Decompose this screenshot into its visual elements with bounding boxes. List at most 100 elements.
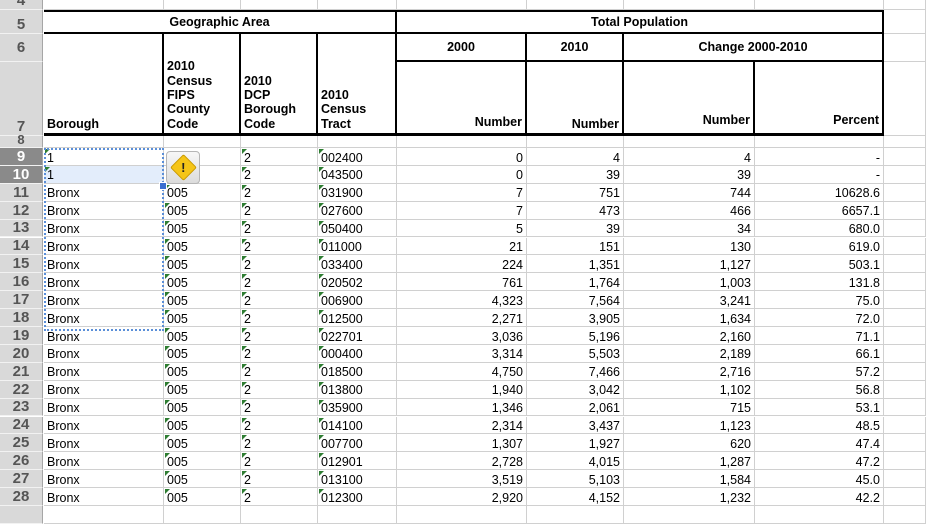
dcp-cell[interactable]: 2 [241,183,318,202]
fips-cell[interactable]: 005 [164,344,241,363]
pop-2000-cell[interactable]: 1,940 [397,380,527,399]
pop-2010-cell[interactable]: 151 [527,237,624,256]
pop-2010-cell[interactable]: 39 [527,165,624,184]
dcp-cell[interactable]: 2 [241,309,318,327]
row-header[interactable]: 13 [0,219,43,238]
fips-cell[interactable]: 005 [164,416,241,435]
change-percent-cell[interactable]: 48.5 [755,416,884,435]
change-percent-cell[interactable]: 56.8 [755,380,884,399]
change-percent-cell[interactable]: 72.0 [755,309,884,327]
pop-2010-cell[interactable]: 5,503 [527,344,624,363]
borough-cell[interactable]: Bronx [44,344,164,363]
borough-cell[interactable]: Bronx [44,416,164,435]
row-header[interactable]: 16 [0,273,43,292]
change-number-cell[interactable]: 715 [624,398,755,417]
borough-cell[interactable]: Bronx [44,201,164,220]
tract-cell[interactable]: 013100 [318,470,397,489]
borough-cell[interactable]: Bronx [44,452,164,471]
pop-2000-cell[interactable]: 3,036 [397,327,527,345]
change-number-cell[interactable]: 2,716 [624,362,755,381]
change-number-cell[interactable]: 3,241 [624,291,755,310]
row-header[interactable]: 14 [0,237,43,256]
borough-cell[interactable]: Bronx [44,237,164,256]
pop-2010-cell[interactable]: 3,437 [527,416,624,435]
pop-2000-cell[interactable]: 0 [397,148,527,166]
change-percent-cell[interactable]: - [755,165,884,184]
cell[interactable] [164,0,241,10]
dcp-cell[interactable]: 2 [241,148,318,166]
cell[interactable] [624,0,755,10]
change-number-cell[interactable]: 1,102 [624,380,755,399]
cell[interactable] [884,398,926,417]
dcp-cell[interactable]: 2 [241,434,318,453]
dcp-cell[interactable]: 2 [241,488,318,506]
fips-cell[interactable]: 005 [164,452,241,471]
tract-cell[interactable]: 006900 [318,291,397,310]
pop-2000-cell[interactable]: 761 [397,273,527,292]
tract-cell[interactable]: 011000 [318,237,397,256]
row-header[interactable]: 11 [0,183,43,202]
fips-cell[interactable]: 005 [164,291,241,310]
change-percent-cell[interactable]: 619.0 [755,237,884,256]
dcp-cell[interactable]: 2 [241,291,318,310]
fips-cell[interactable]: 005 [164,183,241,202]
geographic-area-header[interactable]: Geographic Area [44,10,397,34]
pop-2010-cell[interactable]: 5,103 [527,470,624,489]
row-header[interactable]: 15 [0,255,43,274]
change-number-cell[interactable]: 1,127 [624,255,755,274]
pop-2010-cell[interactable]: 4,015 [527,452,624,471]
change-percent-cell[interactable]: 503.1 [755,255,884,274]
cell[interactable] [884,273,926,292]
pop-2000-cell[interactable]: 4,750 [397,362,527,381]
fips-cell[interactable]: 005 [164,201,241,220]
row-header[interactable]: 4 [0,0,43,10]
number-2010-header[interactable]: Number [527,62,624,136]
dcp-cell[interactable]: 2 [241,273,318,292]
cell[interactable] [884,291,926,310]
row-header[interactable]: 5 [0,10,43,34]
fips-cell[interactable]: 005 [164,255,241,274]
tract-cell[interactable]: 013800 [318,380,397,399]
tract-cell[interactable]: 000400 [318,344,397,363]
row-header[interactable]: 6 [0,34,43,62]
borough-cell[interactable]: Bronx [44,362,164,381]
cell[interactable] [884,470,926,489]
change-number-cell[interactable]: 2,160 [624,327,755,345]
dcp-cell[interactable]: 2 [241,470,318,489]
cell[interactable] [884,362,926,381]
cell[interactable] [318,0,397,10]
change-percent-cell[interactable]: 47.2 [755,452,884,471]
cell[interactable] [318,136,397,148]
cell[interactable] [884,62,926,136]
fips-cell[interactable]: 005 [164,273,241,292]
pop-2010-cell[interactable]: 4 [527,148,624,166]
change-percent-cell[interactable]: 6657.1 [755,201,884,220]
change-percent-header[interactable]: Percent [755,62,884,136]
cell[interactable] [164,136,241,148]
change-number-cell[interactable]: 1,634 [624,309,755,327]
change-percent-cell[interactable]: 131.8 [755,273,884,292]
tract-cell[interactable]: 007700 [318,434,397,453]
tract-cell[interactable]: 014100 [318,416,397,435]
change-number-cell[interactable]: 466 [624,201,755,220]
dcp-cell[interactable]: 2 [241,362,318,381]
pop-2010-cell[interactable]: 4,152 [527,488,624,506]
change-number-cell[interactable]: 1,287 [624,452,755,471]
dcp-cell[interactable]: 2 [241,380,318,399]
change-number-cell[interactable]: 1,584 [624,470,755,489]
change-number-header[interactable]: Number [624,62,755,136]
dcp-cell[interactable]: 2 [241,452,318,471]
dcp-cell[interactable]: 2 [241,201,318,220]
cell[interactable] [884,344,926,363]
pop-2010-cell[interactable]: 1,351 [527,255,624,274]
change-number-cell[interactable]: 744 [624,183,755,202]
row-header[interactable]: 24 [0,416,43,435]
dcp-cell[interactable]: 2 [241,416,318,435]
tract-cell[interactable]: 012300 [318,488,397,506]
dcp-cell[interactable]: 2 [241,344,318,363]
change-percent-cell[interactable]: 66.1 [755,344,884,363]
cell[interactable] [755,136,884,148]
dcp-cell[interactable]: 2 [241,237,318,256]
row-header[interactable]: 8 [0,133,43,148]
pop-2000-cell[interactable]: 2,314 [397,416,527,435]
